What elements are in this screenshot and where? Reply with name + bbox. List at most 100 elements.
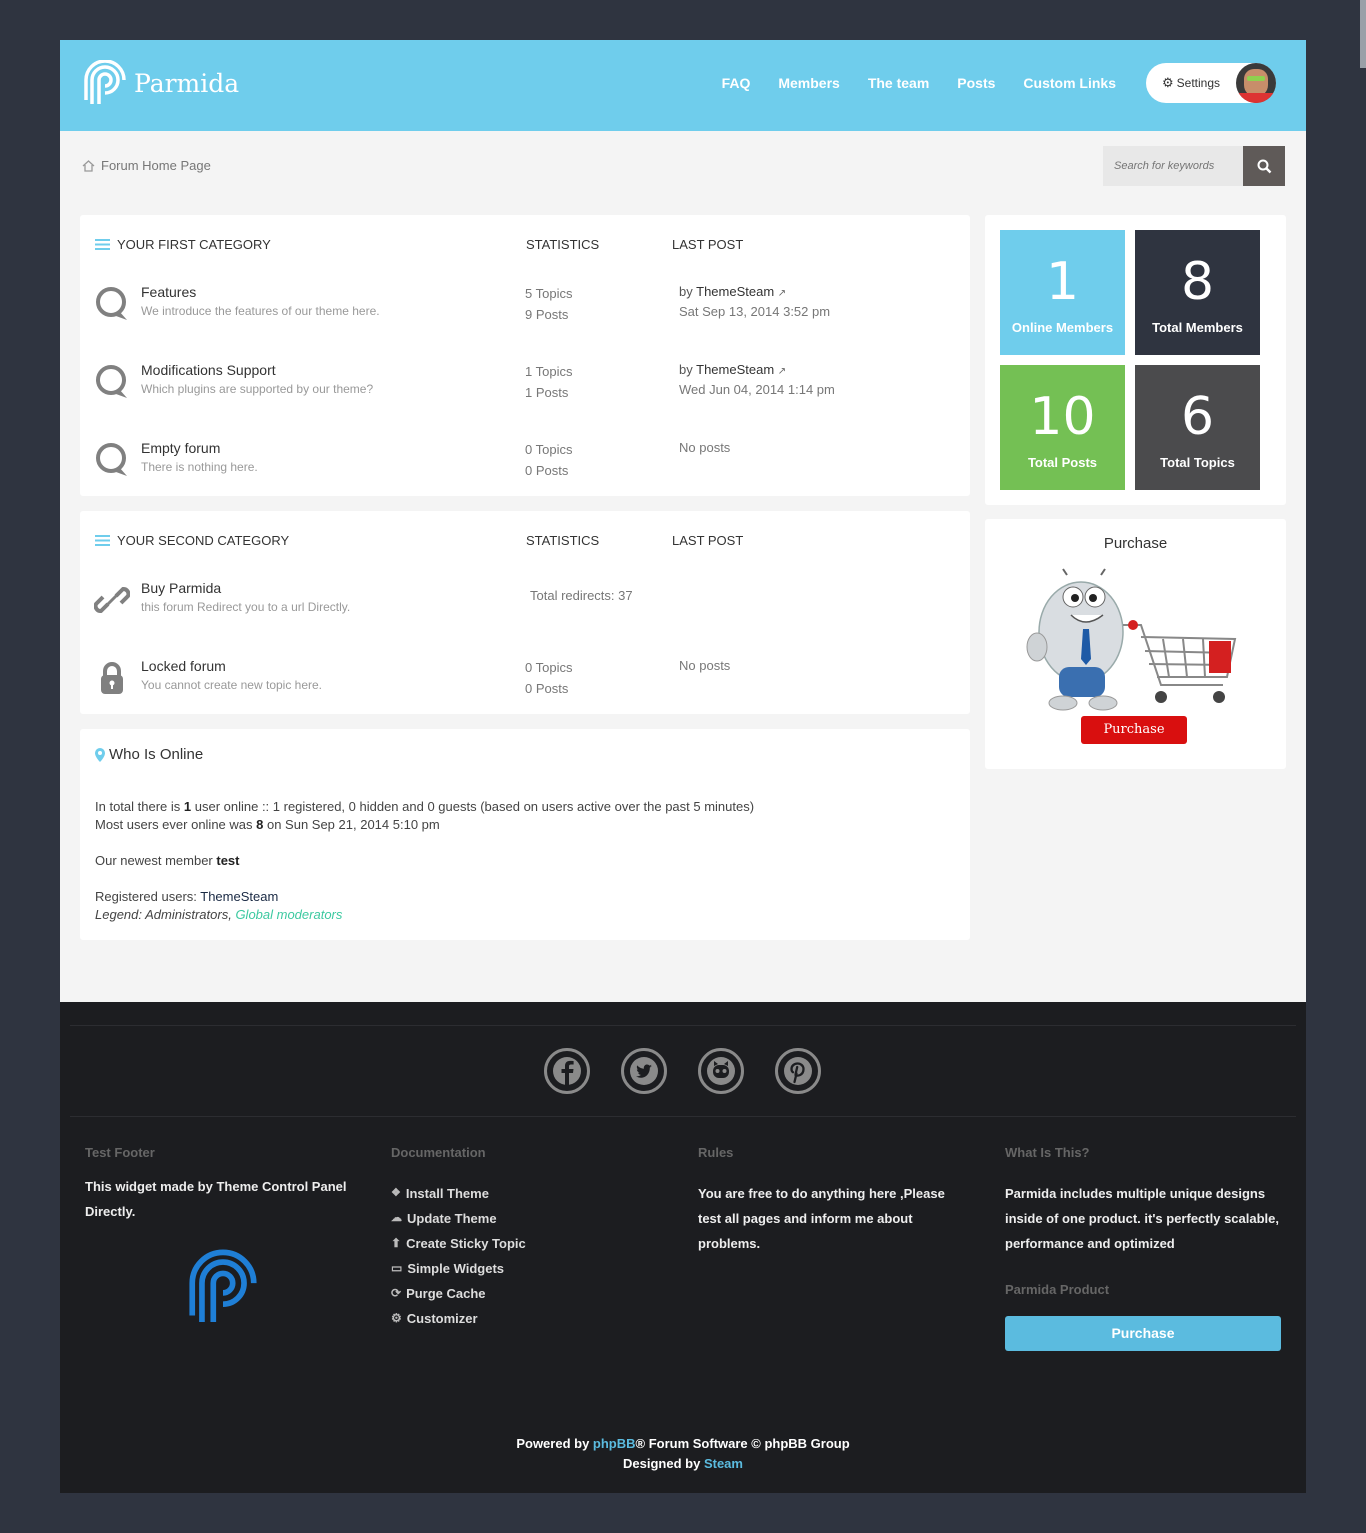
- stat-number: 8: [1180, 252, 1215, 312]
- nav-posts[interactable]: Posts: [957, 75, 995, 91]
- arrow-up-icon: ⬆: [391, 1236, 402, 1250]
- last-post-none: No posts: [679, 440, 731, 455]
- forum-description: There is nothing here.: [141, 460, 258, 474]
- stat-number: 6: [1180, 387, 1215, 447]
- breadcrumb[interactable]: Forum Home Page: [82, 158, 211, 173]
- forum-row: Modifications Support Which plugins are …: [80, 362, 968, 422]
- purchase-widget-button[interactable]: Purchase: [1081, 716, 1187, 744]
- stat-total-posts: 10 Total Posts: [1000, 365, 1125, 490]
- forum-title-link[interactable]: Empty forum: [141, 440, 220, 456]
- forum-topics-count: 5 Topics: [525, 286, 573, 301]
- footer-link-create-sticky-topic[interactable]: ⬆ Create Sticky Topic: [391, 1231, 671, 1256]
- forum-title-link[interactable]: Buy Parmida: [141, 580, 221, 596]
- parmida-logo-icon: [84, 60, 126, 104]
- footer-link-simple-widgets[interactable]: ▭ Simple Widgets: [391, 1256, 671, 1281]
- forum-description: this forum Redirect you to a url Directl…: [141, 600, 351, 614]
- forum-posts-count: 9 Posts: [525, 307, 569, 322]
- phpbb-link[interactable]: phpBB: [593, 1436, 636, 1451]
- cloud-icon: ☁: [391, 1212, 402, 1224]
- credit-card-icon: ▭: [391, 1261, 403, 1275]
- top-header: Parmida FAQ Members The team Posts Custo…: [60, 40, 1306, 131]
- footer-divider: [70, 1116, 1296, 1117]
- stat-total-topics: 6 Total Topics: [1135, 365, 1260, 490]
- pinterest-icon[interactable]: [775, 1048, 821, 1094]
- nav-faq[interactable]: FAQ: [722, 75, 751, 91]
- stat-number: 10: [1029, 387, 1096, 447]
- view-post-icon[interactable]: ↗: [778, 288, 786, 299]
- who-is-online-panel: Who Is Online In total there is 1 user o…: [80, 729, 970, 940]
- who-is-online-title[interactable]: Who Is Online: [95, 746, 203, 763]
- footer-col-title: Test Footer: [85, 1145, 155, 1160]
- footer-col-title: What Is This?: [1005, 1145, 1090, 1160]
- site-brand-name: Parmida: [134, 68, 240, 98]
- user-avatar[interactable]: [1236, 63, 1276, 103]
- global-moderators-link[interactable]: Global moderators: [235, 907, 342, 922]
- nav-the-team[interactable]: The team: [868, 75, 929, 91]
- search-input[interactable]: [1103, 146, 1243, 186]
- twitter-icon[interactable]: [621, 1048, 667, 1094]
- gear-icon: ⚙: [391, 1311, 402, 1325]
- purchase-widget: Purchase Purchase: [985, 519, 1286, 769]
- nav-members[interactable]: Members: [778, 75, 839, 91]
- forum-description: Which plugins are supported by our theme…: [141, 382, 374, 396]
- footer-credits: Powered by phpBB® Forum Software © phpBB…: [516, 1436, 850, 1471]
- category-panel-2: YOUR SECOND CATEGORY STATISTICS LAST POS…: [80, 511, 970, 714]
- last-post-author-link[interactable]: ThemeSteam: [696, 284, 774, 299]
- footer-col-rules: Rules You are free to do anything here ,…: [698, 1145, 968, 1256]
- statistics-header: STATISTICS: [526, 533, 600, 548]
- forum-topics-count: 0 Topics: [525, 660, 573, 675]
- forum-posts-count: 1 Posts: [525, 385, 569, 400]
- refresh-icon: ⟳: [391, 1286, 402, 1300]
- forum-title-link[interactable]: Locked forum: [141, 658, 226, 674]
- nav-custom-links[interactable]: Custom Links: [1023, 75, 1116, 91]
- view-post-icon[interactable]: ↗: [778, 366, 786, 377]
- footer-purchase-button[interactable]: Purchase: [1005, 1316, 1281, 1351]
- footer-link-install-theme[interactable]: ❖ Install Theme: [391, 1181, 671, 1206]
- stat-label: Online Members: [1011, 320, 1114, 335]
- github-icon[interactable]: [698, 1048, 744, 1094]
- category-header[interactable]: YOUR SECOND CATEGORY: [95, 533, 289, 548]
- forum-title-link[interactable]: Features: [141, 284, 196, 300]
- steam-link[interactable]: Steam: [704, 1456, 743, 1471]
- last-post-date: Sat Sep 13, 2014 3:52 pm: [679, 304, 831, 319]
- footer-col-text: You are free to do anything here ,Please…: [698, 1186, 945, 1251]
- footer-col-title: Documentation: [391, 1145, 486, 1160]
- registered-user-link[interactable]: ThemeSteam: [200, 889, 278, 904]
- footer-col-text: Parmida includes multiple unique designs…: [1005, 1186, 1279, 1251]
- forum-description: We introduce the features of our theme h…: [141, 304, 380, 318]
- forum-posts-count: 0 Posts: [525, 681, 569, 696]
- online-total-text: In total there is 1 user online :: 1 reg…: [95, 799, 755, 814]
- footer-col-documentation: Documentation ❖ Install Theme ☁ Update The…: [391, 1145, 671, 1331]
- facebook-icon[interactable]: [544, 1048, 590, 1094]
- last-post-author-link[interactable]: ThemeSteam: [696, 362, 774, 377]
- breadcrumb-label: Forum Home Page: [101, 158, 211, 173]
- footer-link-customizer[interactable]: ⚙ Customizer: [391, 1306, 671, 1331]
- forum-row: Features We introduce the features of ou…: [80, 284, 968, 344]
- forum-topics-count: 0 Topics: [525, 442, 573, 457]
- stat-total-members: 8 Total Members: [1135, 230, 1260, 355]
- footer-link-purge-cache[interactable]: ⟳ Purge Cache: [391, 1281, 671, 1306]
- footer-divider: [70, 1025, 1296, 1026]
- site-logo[interactable]: Parmida: [84, 60, 239, 106]
- forum-bubble-icon: [96, 287, 127, 320]
- category-header[interactable]: YOUR FIRST CATEGORY: [95, 237, 271, 252]
- map-marker-icon: [95, 747, 105, 762]
- page-scrollbar[interactable]: [1360, 0, 1366, 68]
- last-post-date: Wed Jun 04, 2014 1:14 pm: [679, 382, 835, 397]
- stat-label: Total Posts: [1027, 455, 1098, 470]
- stat-label: Total Members: [1152, 320, 1243, 335]
- home-icon: [82, 159, 95, 172]
- footer-link-update-theme[interactable]: ☁ Update Theme: [391, 1206, 671, 1231]
- category-title: YOUR FIRST CATEGORY: [117, 237, 271, 252]
- footer-product-title: Parmida Product: [1005, 1282, 1110, 1297]
- last-post-none: No posts: [679, 658, 731, 673]
- newest-member-link[interactable]: test: [216, 853, 239, 868]
- category-panel-1: YOUR FIRST CATEGORY STATISTICS LAST POST…: [80, 215, 970, 496]
- search-button[interactable]: [1243, 146, 1285, 186]
- purchase-widget-title: Purchase: [1103, 535, 1168, 552]
- forum-row: Buy Parmida this forum Redirect you to a…: [80, 580, 968, 640]
- last-post-header: LAST POST: [672, 533, 744, 548]
- online-record-text: Most users ever online was 8 on Sun Sep …: [95, 817, 440, 832]
- forum-title-link[interactable]: Modifications Support: [141, 362, 276, 378]
- category-title: YOUR SECOND CATEGORY: [117, 533, 290, 548]
